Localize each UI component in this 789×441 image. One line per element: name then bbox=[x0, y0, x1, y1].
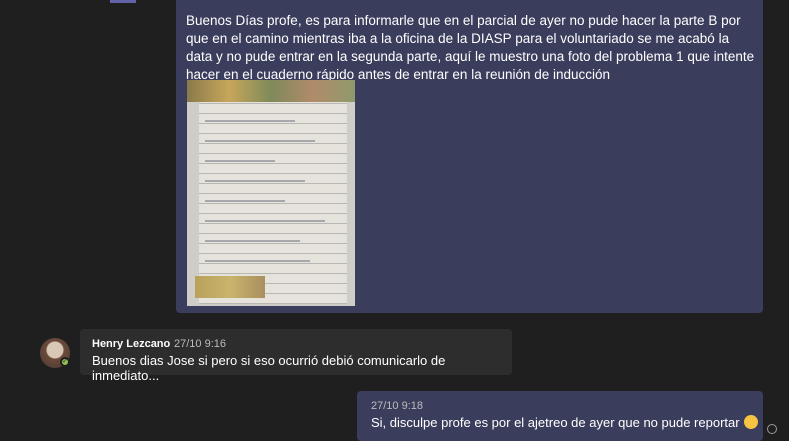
message-text-row: Si, disculpe profe es por el ajetreo de … bbox=[371, 415, 758, 430]
notebook-label bbox=[195, 276, 265, 298]
notebook-cover-strip bbox=[187, 80, 355, 102]
presence-available-icon: ✓ bbox=[60, 357, 70, 367]
sad-face-emoji-icon bbox=[743, 415, 758, 429]
message-timestamp: 27/10 9:18 bbox=[371, 400, 423, 412]
message-text: Buenos Días profe, es para informarle qu… bbox=[186, 13, 755, 82]
own-message-bubble-2[interactable]: 27/10 9:18 Si, disculpe profe es por el … bbox=[357, 391, 763, 441]
message-text: Si, disculpe profe es por el ajetreo de … bbox=[371, 415, 740, 430]
reply-message-bubble[interactable]: Henry Lezcano 27/10 9:16 Buenos dias Jos… bbox=[80, 329, 512, 383]
handwriting-line bbox=[205, 240, 300, 242]
handwriting-line bbox=[205, 120, 295, 122]
handwriting-line bbox=[205, 160, 275, 162]
handwriting-line bbox=[205, 200, 285, 202]
handwriting-line bbox=[205, 220, 325, 222]
notebook-page bbox=[199, 94, 347, 304]
handwriting-line bbox=[205, 260, 310, 262]
notebook-photo-attachment[interactable] bbox=[187, 80, 355, 306]
handwriting-line bbox=[205, 140, 315, 142]
sender-name: Henry Lezcano bbox=[92, 338, 171, 350]
read-receipt-icon bbox=[767, 424, 777, 434]
message-text: Buenos dias Jose si pero si eso ocurrió … bbox=[92, 353, 446, 383]
message-timestamp: 27/10 9:16 bbox=[174, 338, 226, 350]
handwriting-line bbox=[205, 180, 305, 182]
own-message-bubble-1[interactable]: Buenos Días profe, es para informarle qu… bbox=[176, 0, 763, 313]
active-tab-indicator bbox=[110, 0, 136, 3]
